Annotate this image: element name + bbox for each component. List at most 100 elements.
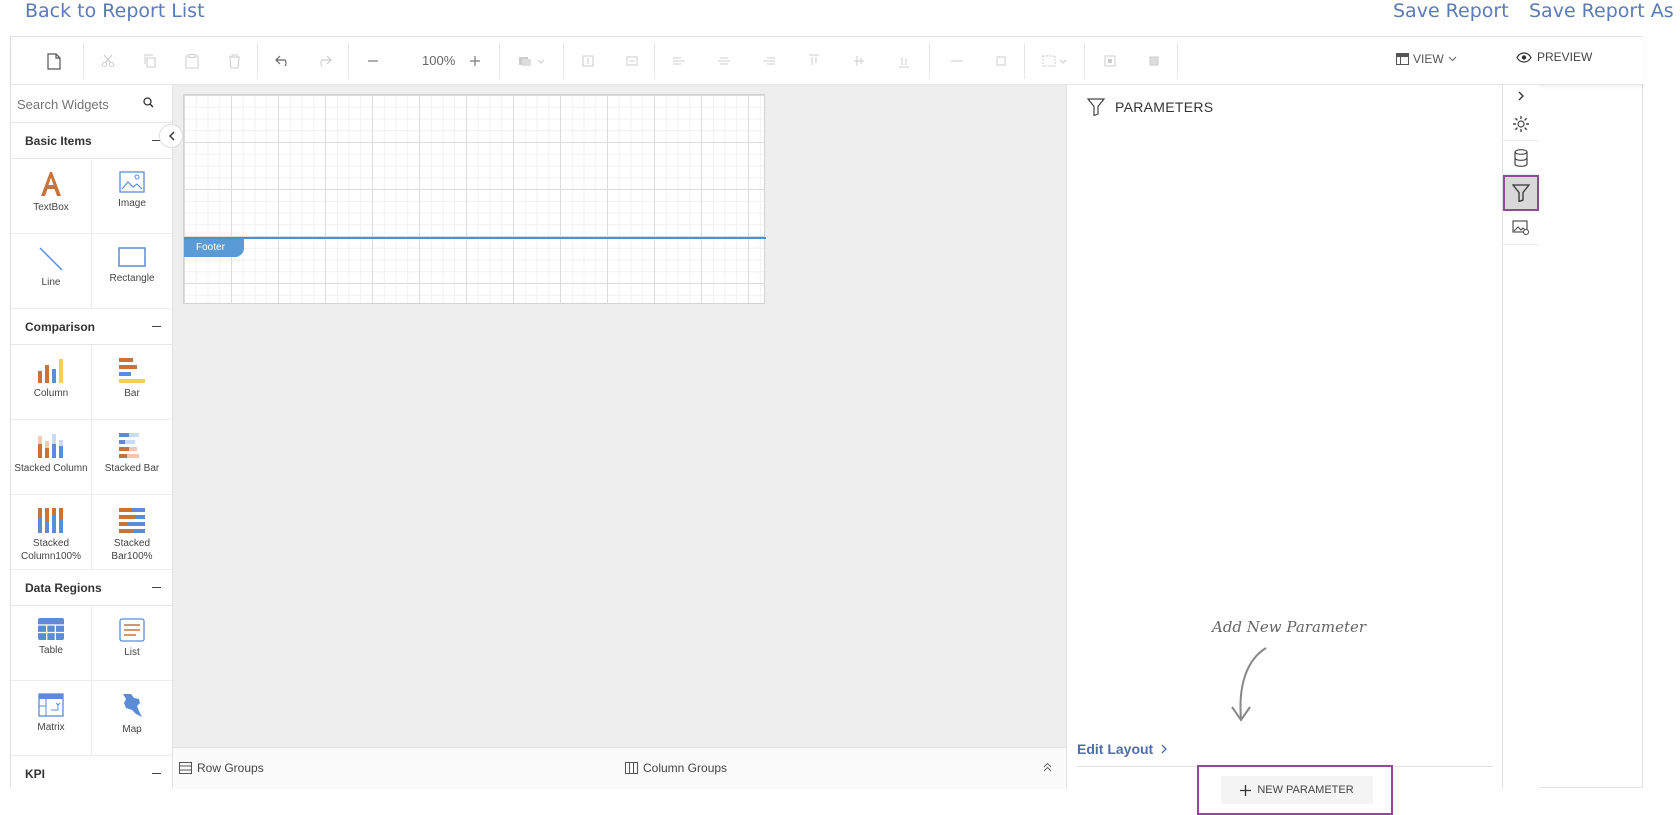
- widget-stacked-column100[interactable]: Stacked Column100%: [11, 495, 92, 570]
- cut-icon[interactable]: [96, 49, 120, 73]
- category-data-regions[interactable]: Data Regions: [11, 570, 172, 606]
- category-comparison[interactable]: Comparison: [11, 309, 172, 345]
- list-icon: [119, 618, 145, 642]
- database-icon: [1514, 148, 1528, 167]
- zoom-out-icon[interactable]: [361, 49, 385, 73]
- layout-icon: [1396, 53, 1409, 65]
- redo-icon[interactable]: [312, 49, 336, 73]
- widget-table[interactable]: Table: [11, 606, 92, 681]
- widget-rectangle[interactable]: Rectangle: [92, 234, 172, 309]
- bring-forward-icon[interactable]: [1142, 49, 1166, 73]
- align-center-icon[interactable]: [712, 49, 736, 73]
- line-icon: [39, 247, 63, 271]
- image-icon: [119, 171, 145, 193]
- align-center-edge-icon[interactable]: [620, 49, 644, 73]
- category-label: KPI: [25, 766, 46, 781]
- chevron-left-icon: [168, 131, 174, 141]
- chevron-right-icon: [1161, 744, 1168, 754]
- undo-icon[interactable]: [271, 49, 295, 73]
- save-report-link[interactable]: Save Report: [1393, 0, 1509, 22]
- copy-icon[interactable]: [138, 49, 162, 73]
- distribute-horizontal-icon[interactable]: [945, 49, 969, 73]
- groups-bar: Row Groups Column Groups: [173, 747, 1066, 789]
- filter-icon: [1087, 98, 1105, 116]
- align-left-edge-icon[interactable]: [576, 49, 600, 73]
- back-to-report-list-link[interactable]: Back to Report List: [25, 0, 205, 22]
- widget-stacked-bar[interactable]: Stacked Bar: [92, 420, 172, 495]
- map-icon: [123, 694, 142, 717]
- grid-options-icon[interactable]: [1041, 49, 1071, 73]
- footer-separator[interactable]: [184, 237, 766, 239]
- align-bottom-icon[interactable]: [892, 49, 916, 73]
- widget-matrix[interactable]: Matrix: [11, 681, 92, 756]
- new-parameter-highlight: NEW PARAMETER: [1197, 765, 1393, 815]
- new-report-icon[interactable]: [42, 49, 66, 73]
- design-canvas[interactable]: Footer: [173, 85, 1066, 747]
- category-label: Data Regions: [25, 580, 102, 595]
- chevron-right-icon: [1518, 91, 1524, 101]
- edit-layout-link[interactable]: Edit Layout: [1077, 741, 1168, 757]
- filter-icon: [1512, 184, 1530, 202]
- collapse-minus-icon[interactable]: [152, 586, 161, 589]
- distribute-vertical-icon[interactable]: [989, 49, 1013, 73]
- search-icon[interactable]: [143, 97, 154, 108]
- stacked-bar-100-icon: [119, 508, 145, 533]
- category-label: Basic Items: [25, 133, 92, 148]
- footer-label[interactable]: Footer: [184, 239, 244, 257]
- preview-label: PREVIEW: [1537, 50, 1593, 64]
- add-parameter-hint: Add New Parameter: [1212, 618, 1367, 636]
- widget-bar[interactable]: Bar: [92, 345, 172, 420]
- widget-map[interactable]: Map: [92, 681, 172, 756]
- expand-up-icon[interactable]: [1043, 762, 1052, 772]
- eye-icon: [1516, 51, 1532, 63]
- stacked-column-100-icon: [38, 508, 63, 533]
- collapse-minus-icon[interactable]: [152, 325, 161, 328]
- align-middle-icon[interactable]: [847, 49, 871, 73]
- widget-column[interactable]: Column: [11, 345, 92, 420]
- widget-list[interactable]: List: [92, 606, 172, 681]
- stacked-column-icon: [38, 434, 63, 458]
- widget-line[interactable]: Line: [11, 234, 92, 309]
- new-parameter-button[interactable]: NEW PARAMETER: [1221, 776, 1373, 804]
- align-right-icon[interactable]: [757, 49, 781, 73]
- image-manager-tab[interactable]: [1503, 211, 1539, 245]
- widget-search: [11, 85, 172, 123]
- category-kpi[interactable]: KPI: [11, 756, 172, 789]
- search-widgets-input[interactable]: [17, 93, 137, 115]
- align-top-icon[interactable]: [802, 49, 826, 73]
- collapse-panel-button[interactable]: [159, 124, 183, 148]
- expand-panel-tab[interactable]: [1503, 85, 1539, 107]
- save-report-as-link[interactable]: Save Report As: [1529, 0, 1674, 22]
- report-designer: 100% VIEW PREVIEW Search Widgets Basic I…: [10, 36, 1644, 815]
- category-basic-items[interactable]: Basic Items: [11, 123, 172, 159]
- plus-icon: [1240, 784, 1252, 796]
- data-tab[interactable]: [1503, 141, 1539, 175]
- view-menu-button[interactable]: VIEW: [1396, 52, 1457, 66]
- delete-icon[interactable]: [222, 49, 246, 73]
- preview-button[interactable]: PREVIEW: [1516, 50, 1592, 64]
- widget-stacked-column[interactable]: Stacked Column: [11, 420, 92, 495]
- matrix-icon: [38, 693, 64, 717]
- widget-textbox[interactable]: TextBox: [11, 159, 92, 234]
- send-backward-icon[interactable]: [1098, 49, 1122, 73]
- zoom-level[interactable]: 100%: [422, 53, 455, 68]
- rectangle-icon: [118, 247, 146, 267]
- parameters-tab[interactable]: [1503, 175, 1539, 211]
- gear-icon: [1513, 115, 1529, 132]
- chevron-down-icon: [1448, 56, 1457, 62]
- report-page[interactable]: Footer: [183, 94, 766, 304]
- properties-tab[interactable]: [1503, 107, 1539, 141]
- collapse-minus-icon[interactable]: [152, 772, 161, 775]
- paste-icon[interactable]: [180, 49, 204, 73]
- align-left-icon[interactable]: [667, 49, 691, 73]
- property-tabs: [1502, 85, 1539, 789]
- zoom-in-icon[interactable]: [463, 49, 487, 73]
- row-groups-button[interactable]: Row Groups: [179, 761, 264, 775]
- parameters-header: PARAMETERS: [1087, 98, 1213, 116]
- row-groups-icon: [179, 762, 192, 774]
- border-style-icon[interactable]: [516, 49, 550, 73]
- widget-image[interactable]: Image: [92, 159, 172, 234]
- designer-toolbar: 100% VIEW PREVIEW: [11, 37, 1644, 85]
- widget-stacked-bar100[interactable]: Stacked Bar100%: [92, 495, 172, 570]
- column-groups-button[interactable]: Column Groups: [625, 761, 727, 775]
